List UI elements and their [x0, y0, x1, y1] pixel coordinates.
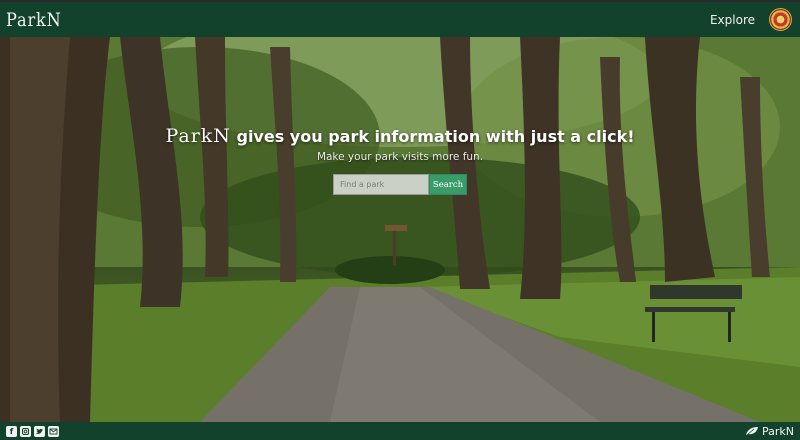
hero-headline-text: gives you park information with just a c… [230, 127, 635, 146]
hero-overlay [0, 37, 800, 422]
logo[interactable]: ParkN [6, 9, 62, 31]
footer-brand-label: ParkN [761, 424, 794, 438]
top-navbar: ParkN Explore [0, 0, 800, 37]
hero-banner: ParkN gives you park information with ju… [0, 37, 800, 422]
mail-icon[interactable] [48, 425, 59, 437]
search-button[interactable]: Search [429, 174, 467, 195]
leaf-icon [745, 427, 758, 436]
social-links: f [6, 425, 59, 437]
avatar[interactable] [769, 8, 792, 31]
facebook-icon[interactable]: f [6, 425, 17, 437]
explore-link[interactable]: Explore [710, 13, 755, 27]
search-form: Search [333, 174, 467, 195]
instagram-icon[interactable] [20, 425, 31, 437]
footer-brand[interactable]: ParkN [745, 425, 794, 438]
hero-headline: ParkN gives you park information with ju… [0, 125, 800, 147]
hero-brand: ParkN [165, 125, 231, 147]
nav-right: Explore [710, 8, 792, 31]
twitter-icon[interactable] [34, 425, 45, 437]
hero-subline: Make your park visits more fun. [316, 151, 484, 163]
park-search-input[interactable] [333, 174, 429, 195]
footer: f ParkN [0, 422, 800, 440]
